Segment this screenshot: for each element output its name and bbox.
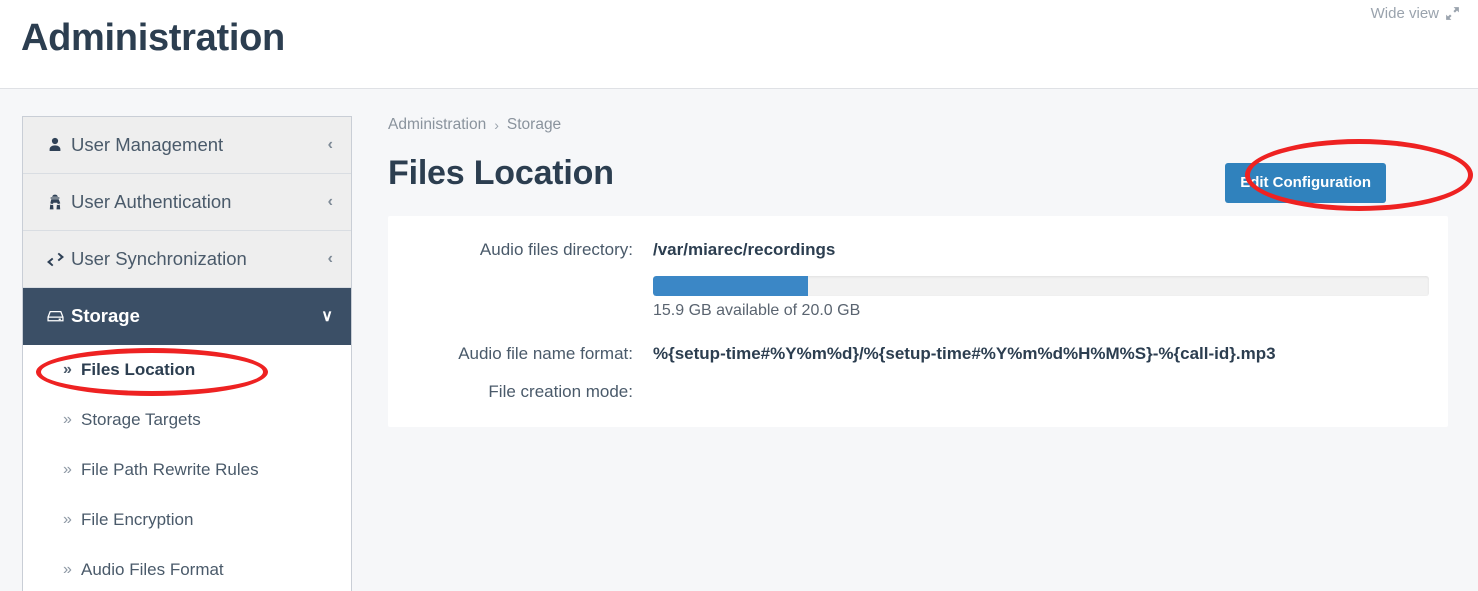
sidebar-subitem-label: Audio Files Format — [81, 560, 224, 579]
sidebar-item-file-path-rewrite-rules[interactable]: » File Path Rewrite Rules — [23, 445, 351, 495]
sidebar-item-files-location[interactable]: » Files Location — [23, 345, 351, 395]
audio-files-directory-value: /var/miarec/recordings — [653, 240, 836, 259]
chevron-left-icon: ‹ — [327, 250, 333, 267]
page-body: User Management ‹ User Authentication ‹ — [0, 89, 1478, 591]
breadcrumb-administration[interactable]: Administration — [388, 116, 486, 134]
audio-files-directory-label: Audio files directory: — [479, 240, 633, 259]
sidebar-item-label: Storage — [71, 305, 140, 326]
files-location-card: Audio files directory: /var/miarec/recor… — [388, 216, 1448, 427]
file-creation-mode-label: File creation mode: — [488, 382, 633, 401]
file-creation-mode-row: File creation mode: — [388, 364, 1448, 402]
sidebar-subitem-label: File Path Rewrite Rules — [81, 460, 259, 479]
double-chevron-right-icon: » — [63, 461, 72, 478]
double-chevron-right-icon: » — [63, 411, 72, 428]
sidebar-item-label: User Management — [71, 134, 224, 155]
chevron-left-icon: ‹ — [327, 136, 333, 153]
double-chevron-right-icon: » — [63, 511, 72, 528]
double-chevron-right-icon: » — [63, 561, 72, 578]
breadcrumb-separator-icon: › — [494, 117, 499, 133]
user-icon — [47, 137, 71, 153]
disk-usage-progress-fill — [653, 276, 809, 296]
audio-file-name-format-row: Audio file name format: %{setup-time#%Y%… — [388, 320, 1448, 364]
double-chevron-right-icon: » — [63, 361, 72, 378]
audio-file-name-format-label: Audio file name format: — [458, 344, 633, 363]
hdd-icon — [47, 308, 71, 325]
audio-file-name-format-value: %{setup-time#%Y%m%d}/%{setup-time#%Y%m%d… — [653, 344, 1276, 363]
wide-view-toggle[interactable]: Wide view — [1371, 5, 1460, 22]
disk-usage-progress-bar — [653, 276, 1429, 296]
sidebar-item-file-encryption[interactable]: » File Encryption — [23, 495, 351, 545]
breadcrumb-storage[interactable]: Storage — [507, 116, 561, 134]
disk-usage-block: 15.9 GB available of 20.0 GB — [633, 260, 1429, 320]
sidebar-subitem-label: File Encryption — [81, 510, 194, 529]
main-content: Administration › Storage Files Location … — [388, 116, 1478, 427]
sidebar-item-label: User Synchronization — [71, 248, 247, 269]
sidebar-item-user-management[interactable]: User Management ‹ — [23, 117, 351, 174]
breadcrumb: Administration › Storage — [388, 116, 1478, 134]
sidebar-item-storage[interactable]: Storage ∨ — [23, 288, 351, 345]
sidebar-item-user-synchronization[interactable]: User Synchronization ‹ — [23, 231, 351, 288]
edit-configuration-button[interactable]: Edit Configuration — [1225, 163, 1386, 203]
sidebar-subitem-label: Files Location — [81, 360, 196, 379]
expand-arrows-icon — [1445, 6, 1460, 21]
sidebar-subitem-label: Storage Targets — [81, 410, 201, 429]
wide-view-label: Wide view — [1370, 5, 1439, 22]
user-secret-icon — [47, 194, 71, 210]
disk-usage-caption: 15.9 GB available of 20.0 GB — [653, 302, 861, 319]
app-root: Administration Wide view User Management… — [0, 0, 1478, 591]
sidebar-item-user-authentication[interactable]: User Authentication ‹ — [23, 174, 351, 231]
audio-files-directory-row: Audio files directory: /var/miarec/recor… — [388, 216, 1448, 260]
chevron-down-icon: ∨ — [321, 308, 333, 325]
sidebar-nav: User Management ‹ User Authentication ‹ — [22, 116, 352, 591]
content-title-row: Files Location Edit Configuration — [388, 146, 1478, 212]
sidebar-item-storage-targets[interactable]: » Storage Targets — [23, 395, 351, 445]
top-header: Administration Wide view — [0, 0, 1478, 89]
chevron-left-icon: ‹ — [327, 193, 333, 210]
disk-usage-row: 15.9 GB available of 20.0 GB — [388, 260, 1448, 320]
sidebar-submenu-storage: » Files Location » Storage Targets » Fil… — [23, 345, 351, 591]
sidebar-item-audio-files-format[interactable]: » Audio Files Format — [23, 545, 351, 591]
page-title: Administration — [21, 17, 285, 59]
exchange-icon — [47, 251, 71, 268]
sidebar-item-label: User Authentication — [71, 191, 232, 212]
